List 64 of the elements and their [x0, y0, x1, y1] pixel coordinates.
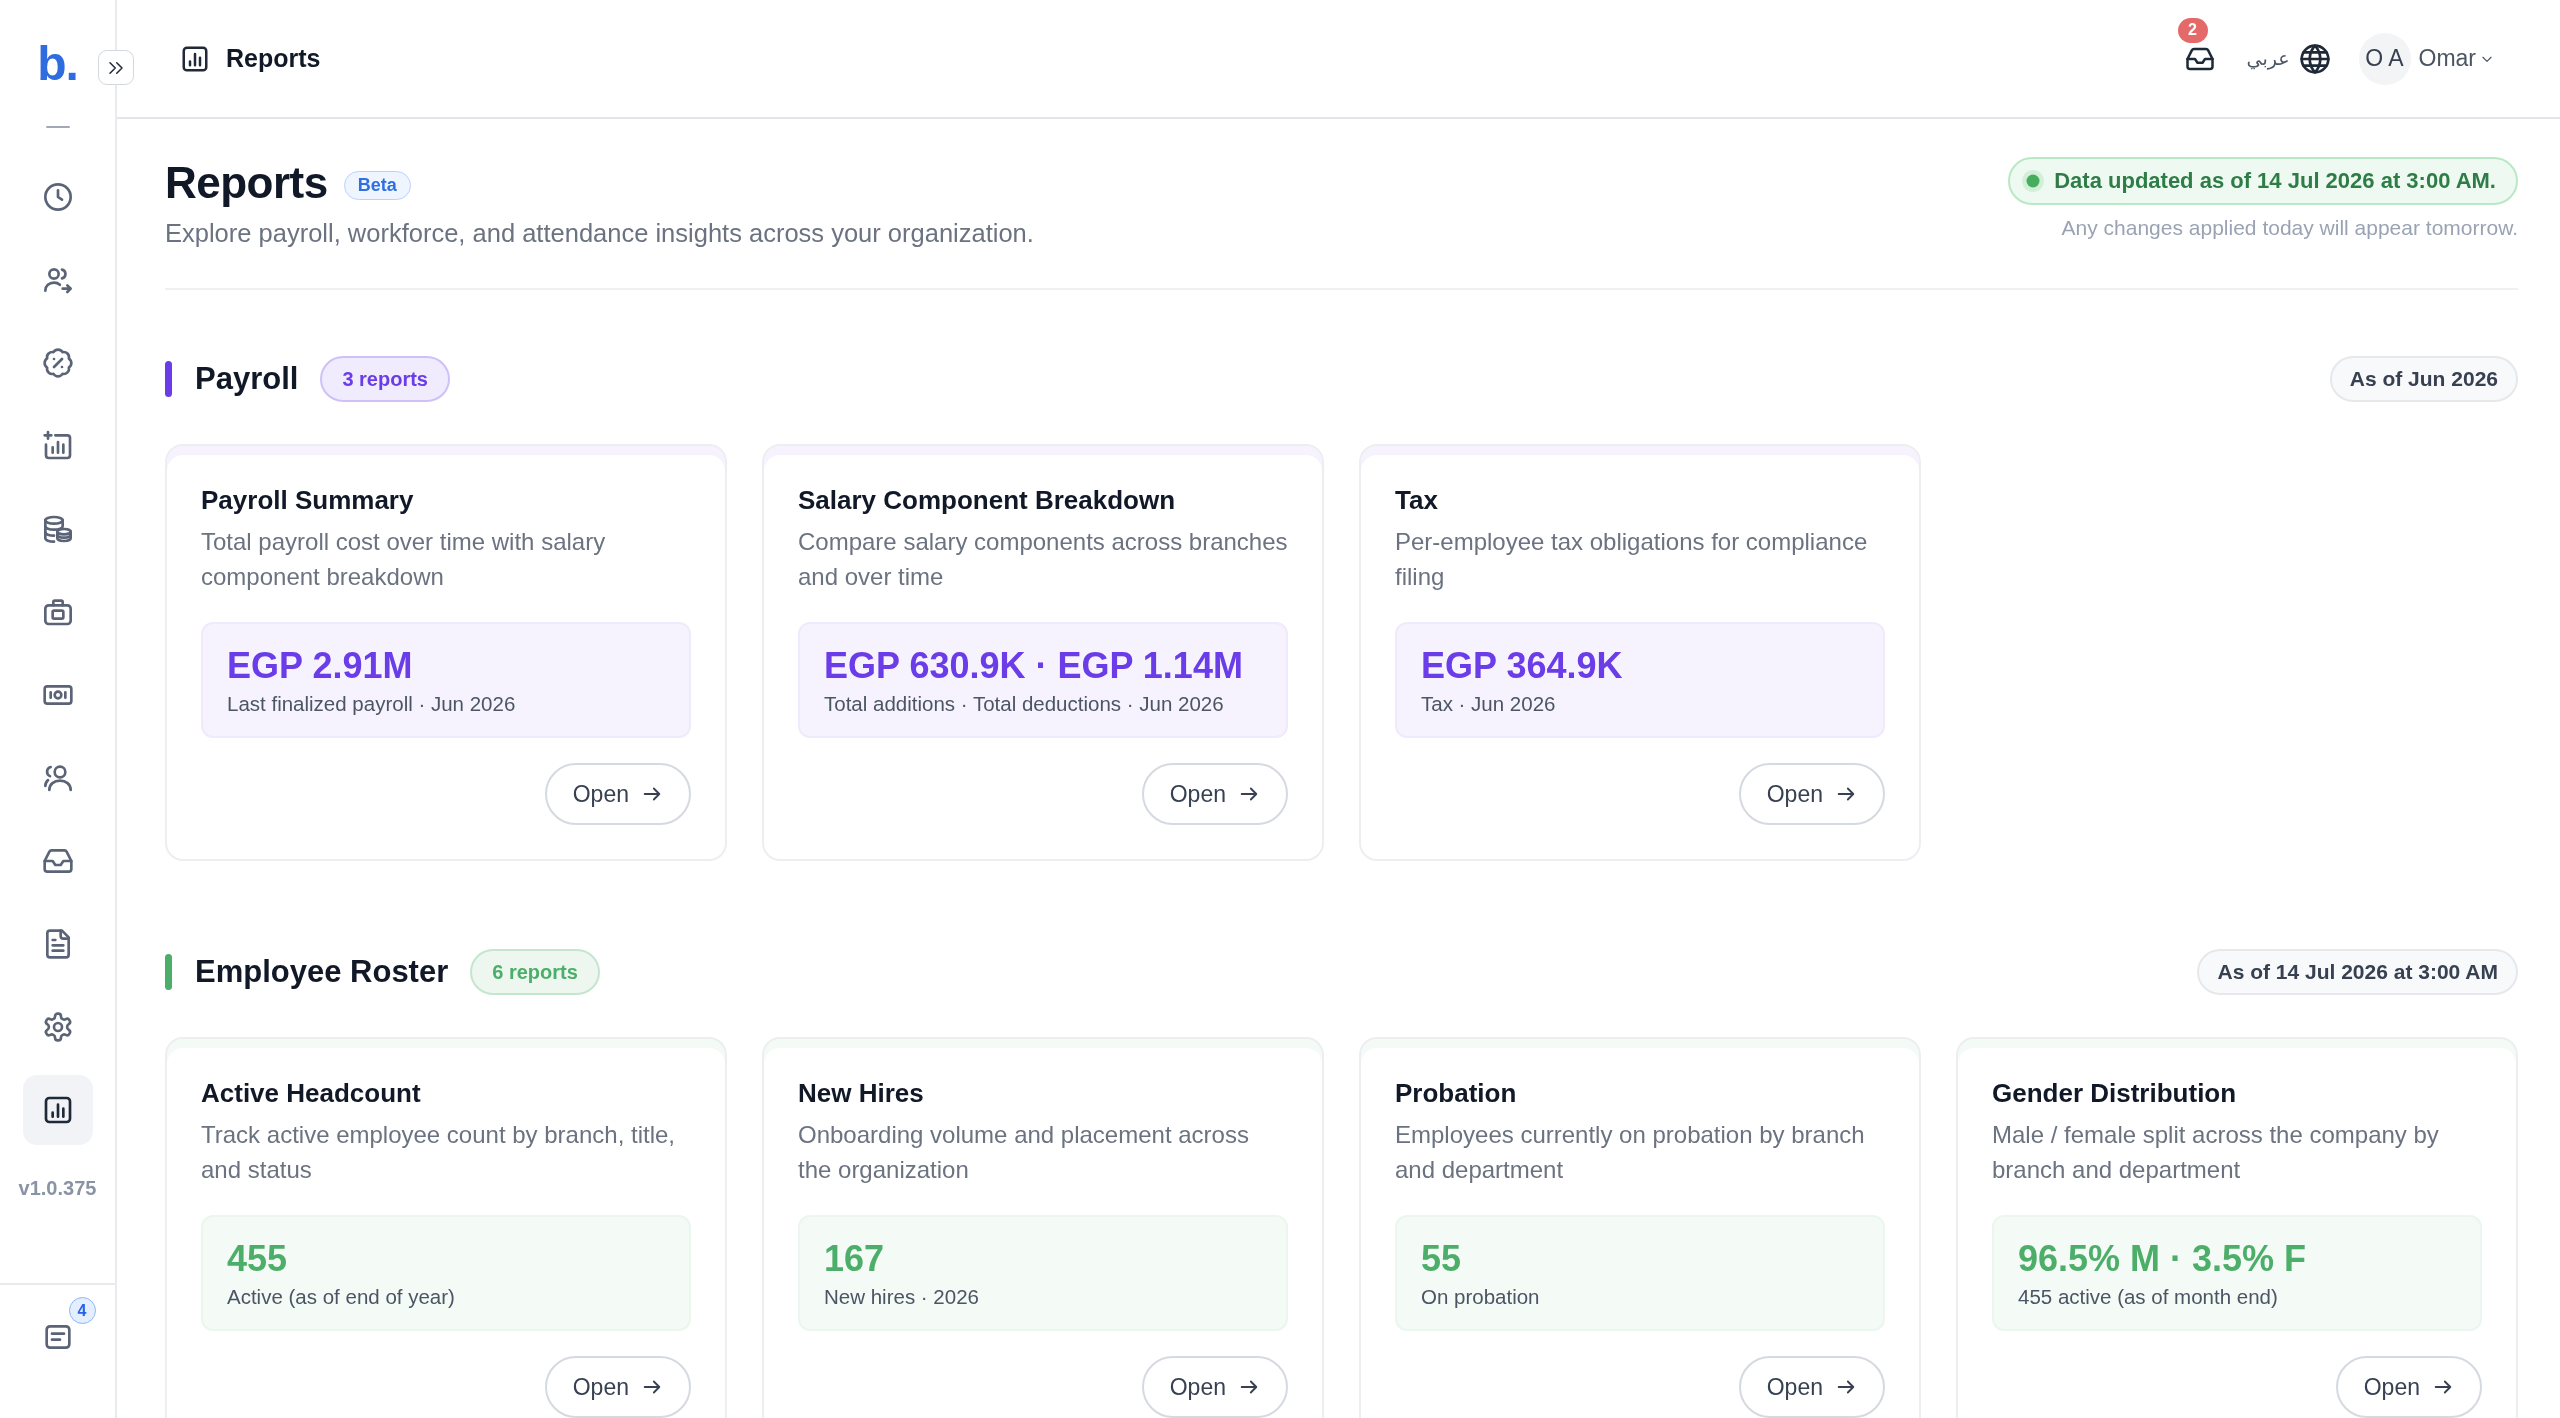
status-dot-icon	[2022, 170, 2045, 192]
report-title: Salary Component Breakdown	[798, 484, 1177, 516]
beta-badge: Beta	[343, 170, 411, 200]
status-text: Data updated as of 14 Jul 2026 at 3:00 AM.	[2054, 168, 2496, 194]
metric-caption: Last finalized payroll · Jun 2026	[227, 692, 516, 716]
report-description: Onboarding volume and placement across the organization	[798, 1120, 1250, 1185]
open-button[interactable]: Open	[1738, 1356, 1885, 1418]
briefcase-icon	[41, 596, 74, 628]
metric-caption: Tax · Jun 2026	[1421, 692, 1556, 716]
user-avatar: O A	[2358, 32, 2411, 85]
page-subtitle: Explore payroll, workforce, and attendance insights across your organization.	[165, 219, 1034, 248]
sidebar-item[interactable]	[22, 1075, 93, 1145]
report-count-badge: 3 reports	[320, 356, 450, 402]
report-description: Track active employee count by branch, title, and status	[201, 1120, 676, 1185]
version-label: v1.0.375	[18, 1177, 97, 1200]
metric-value: 55	[1421, 1237, 1462, 1281]
section-title: Employee Roster	[195, 954, 449, 990]
chart-plus-icon	[41, 430, 74, 462]
coins-icon	[41, 513, 74, 545]
report-title: New Hires	[798, 1077, 925, 1109]
open-button[interactable]: Open	[2335, 1356, 2482, 1418]
metric-value: EGP 630.9K · EGP 1.14M	[824, 644, 1243, 688]
metric-caption: On probation	[1421, 1285, 1540, 1309]
metric-value: EGP 364.9K	[1421, 644, 1623, 688]
metric-value: EGP 2.91M	[227, 644, 413, 688]
expand-button[interactable]	[98, 50, 134, 85]
metric-caption: 455 active (as of month end)	[2018, 1285, 2278, 1309]
notification-badge: 2	[2177, 17, 2208, 43]
as-of-pill: As of Jun 2026	[2329, 356, 2518, 402]
open-button[interactable]: Open	[544, 1356, 691, 1418]
report-count-badge: 6 reports	[470, 949, 600, 995]
user-menu-button[interactable]: Omar	[2418, 45, 2494, 72]
as-of-pill: As of 14 Jul 2026 at 3:00 AM	[2197, 949, 2518, 995]
report-description: Male / female split across the company by branch and department	[1992, 1120, 2440, 1185]
open-button[interactable]: Open	[1738, 763, 1885, 825]
metric-caption: Active (as of end of year)	[227, 1285, 455, 1309]
report-title: Gender Distribution	[1992, 1077, 2238, 1109]
open-button[interactable]: Open	[1141, 1356, 1288, 1418]
metric-caption: Total additions · Total deductions · Jun 2026	[824, 692, 1224, 716]
open-button[interactable]: Open	[1141, 763, 1288, 825]
report-description: Per-employee tax obligations for compliance filing	[1395, 527, 1869, 592]
metric-value: 167	[824, 1237, 885, 1281]
report-title: Active Headcount	[201, 1077, 422, 1109]
clock-icon	[41, 181, 74, 213]
metric-value: 455	[227, 1237, 288, 1281]
status-note: Any changes applied today will appear tomorrow.	[2061, 216, 2518, 240]
language-switcher[interactable]: عربي	[2246, 42, 2331, 75]
percent-badge-icon	[41, 347, 74, 379]
users-icon	[41, 762, 74, 794]
metric-value: 96.5% M · 3.5% F	[2018, 1237, 2307, 1281]
metric-caption: New hires · 2026	[824, 1285, 979, 1309]
count-badge: 4	[68, 1297, 96, 1324]
globe-icon	[2298, 42, 2331, 75]
report-description: Compare salary components across branches and over time	[798, 527, 1288, 592]
section-title: Payroll	[195, 361, 299, 397]
report-title: Tax	[1395, 484, 1439, 516]
report-description: Total payroll cost over time with salary component breakdown	[201, 527, 607, 592]
report-title: Probation	[1395, 1077, 1518, 1109]
report-title: Payroll Summary	[201, 484, 415, 516]
open-button[interactable]: Open	[544, 763, 691, 825]
page-heading: Reports	[165, 157, 328, 209]
page-title: Reports	[226, 44, 321, 73]
report-description: Employees currently on probation by branch and department	[1395, 1120, 1866, 1185]
logo[interactable]: b.	[37, 38, 78, 90]
